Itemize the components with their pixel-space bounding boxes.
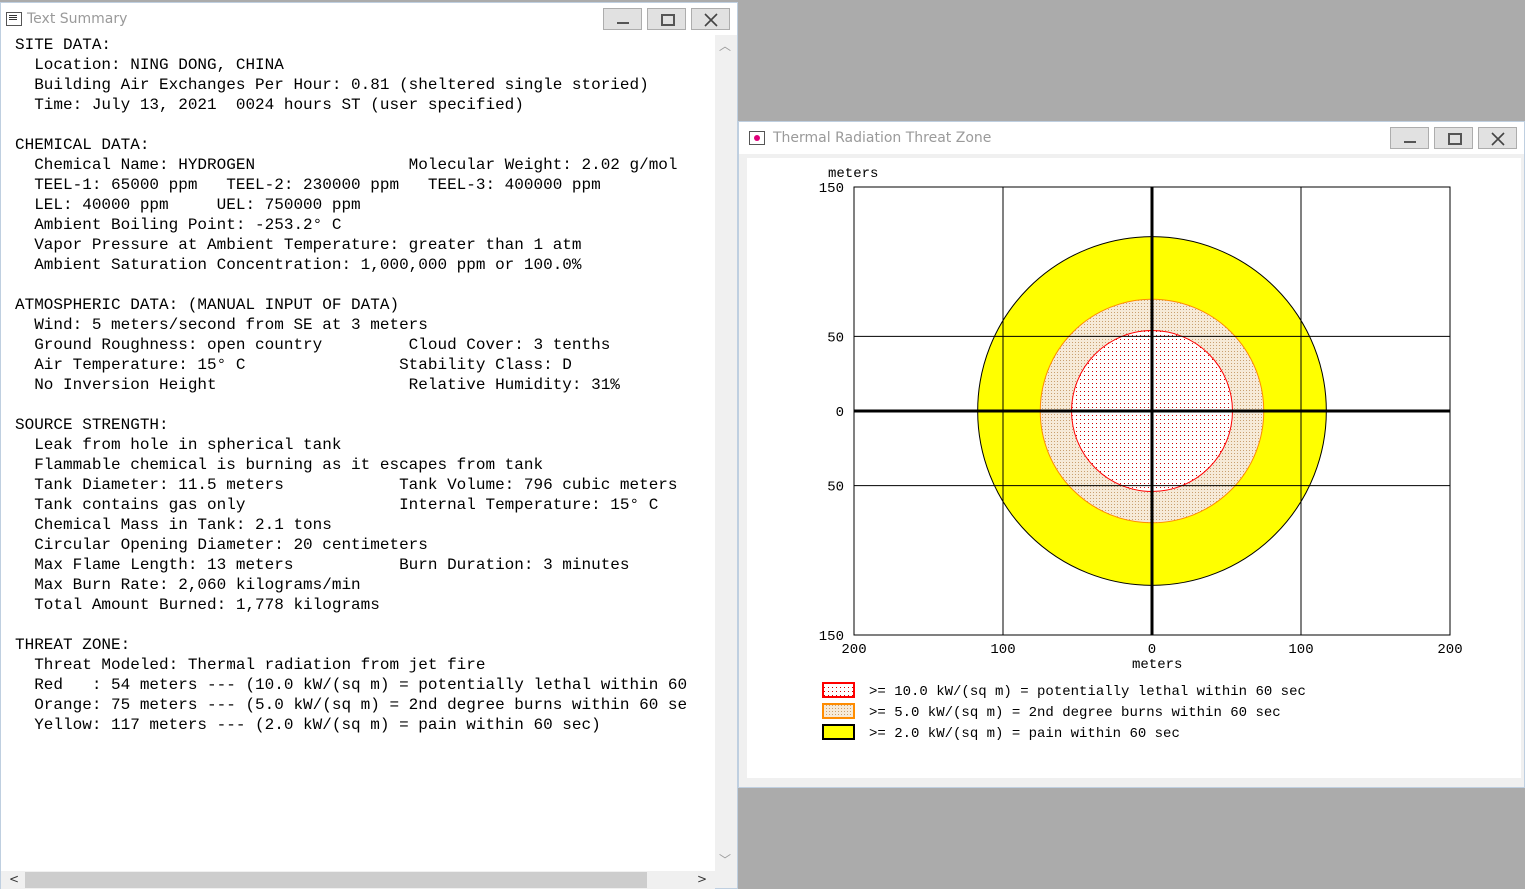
- close-button[interactable]: [1478, 127, 1517, 149]
- close-button[interactable]: [691, 8, 730, 30]
- vertical-scrollbar[interactable]: ︿ ﹀: [715, 35, 737, 871]
- summary-line: [15, 275, 687, 295]
- x-tick-label: 100: [1288, 642, 1313, 658]
- summary-line: Ground Roughness: open country Cloud Cov…: [15, 336, 611, 354]
- legend-swatch: [822, 703, 855, 719]
- summary-line: Tank Diameter: 11.5 meters Tank Volume: …: [15, 476, 678, 494]
- x-tick-label: 100: [990, 642, 1015, 658]
- y-axis-label: meters: [828, 166, 878, 182]
- text-summary-titlebar[interactable]: Text Summary: [1, 3, 737, 35]
- x-tick-label: 200: [1437, 642, 1462, 658]
- scroll-left-icon[interactable]: <: [9, 872, 19, 886]
- summary-line: Circular Opening Diameter: 20 centimeter…: [15, 536, 428, 554]
- minimize-button[interactable]: [1390, 127, 1429, 149]
- legend-swatch: [822, 724, 855, 740]
- y-tick-label: 0: [836, 405, 844, 421]
- summary-line: Yellow: 117 meters --- (2.0 kW/(sq m) = …: [15, 716, 601, 734]
- summary-line: Chemical Mass in Tank: 2.1 tons: [15, 516, 332, 534]
- plot-area: meters meters 150 50 0 50 150 200 100 0 100 200 >…: [747, 158, 1521, 778]
- y-tick-label: 50: [827, 330, 844, 346]
- threat-zone-titlebar[interactable]: Thermal Radiation Threat Zone: [739, 122, 1524, 154]
- summary-line: Orange: 75 meters --- (5.0 kW/(sq m) = 2…: [15, 696, 688, 714]
- summary-text: SITE DATA: Location: NING DONG, CHINA Bu…: [15, 35, 687, 735]
- summary-line: [15, 115, 687, 135]
- threat-zone-chart: meters meters 15050050150200 100 0 100 200 >…: [819, 166, 1463, 742]
- y-tick-label: 50: [827, 480, 844, 496]
- plot-window-icon: [749, 131, 765, 145]
- close-icon: [704, 13, 718, 27]
- summary-line: TEEL-1: 65000 ppm TEEL-2: 230000 ppm TEE…: [15, 176, 601, 194]
- legend-label: >= 10.0 kW/(sq m) = potentially lethal w…: [869, 684, 1306, 700]
- legend-swatch: [822, 682, 855, 698]
- summary-line: Building Air Exchanges Per Hour: 0.81 (s…: [15, 76, 649, 94]
- summary-line: Leak from hole in spherical tank: [15, 436, 342, 454]
- text-window-icon: [6, 12, 22, 26]
- x-tick-label: 200: [841, 642, 866, 658]
- summary-line: LEL: 40000 ppm UEL: 750000 ppm: [15, 196, 361, 214]
- summary-line: Threat Modeled: Thermal radiation from j…: [15, 656, 486, 674]
- summary-line: THREAT ZONE:: [15, 636, 131, 654]
- plot-window-title: Thermal Radiation Threat Zone: [773, 130, 992, 146]
- scroll-right-icon[interactable]: >: [697, 872, 707, 886]
- summary-line: Tank contains gas only Internal Temperat…: [15, 496, 659, 514]
- maximize-button[interactable]: [1434, 127, 1473, 149]
- summary-line: Flammable chemical is burning as it esca…: [15, 456, 544, 474]
- summary-line: SITE DATA:: [15, 36, 112, 54]
- threat-zone-window[interactable]: Thermal Radiation Threat Zone meters met…: [738, 121, 1525, 788]
- maximize-button[interactable]: [647, 8, 686, 30]
- summary-line: [15, 395, 687, 415]
- x-axis-label: meters: [1132, 657, 1182, 673]
- minimize-button[interactable]: [603, 8, 642, 30]
- summary-line: Ambient Saturation Concentration: 1,000,…: [15, 256, 582, 274]
- summary-line: Time: July 13, 2021 0024 hours ST (user …: [15, 96, 524, 114]
- scroll-down-icon[interactable]: ﹀: [719, 851, 731, 868]
- summary-line: Red : 54 meters --- (10.0 kW/(sq m) = po…: [15, 676, 688, 694]
- legend-label: >= 2.0 kW/(sq m) = pain within 60 sec: [869, 726, 1180, 742]
- summary-line: No Inversion Height Relative Humidity: 3…: [15, 376, 620, 394]
- text-summary-window[interactable]: Text Summary SITE DATA: Location: NING D…: [0, 2, 738, 889]
- horizontal-scrollbar[interactable]: < >: [1, 871, 715, 889]
- summary-line: Wind: 5 meters/second from SE at 3 meter…: [15, 316, 428, 334]
- summary-line: Air Temperature: 15° C Stability Class: …: [15, 356, 572, 374]
- summary-line: Max Burn Rate: 2,060 kilograms/min: [15, 576, 361, 594]
- summary-line: Total Amount Burned: 1,778 kilograms: [15, 596, 380, 614]
- scroll-thumb[interactable]: [25, 872, 647, 888]
- summary-line: Ambient Boiling Point: -253.2° C: [15, 216, 342, 234]
- legend-label: >= 5.0 kW/(sq m) = 2nd degree burns with…: [869, 705, 1281, 721]
- scroll-up-icon[interactable]: ︿: [719, 37, 731, 54]
- close-icon: [1491, 132, 1505, 146]
- summary-line: [15, 615, 687, 635]
- y-tick-label: 150: [819, 629, 844, 645]
- summary-line: SOURCE STRENGTH:: [15, 416, 169, 434]
- summary-line: Max Flame Length: 13 meters Burn Duratio…: [15, 556, 630, 574]
- summary-line: Vapor Pressure at Ambient Temperature: g…: [15, 236, 582, 254]
- summary-text-area[interactable]: SITE DATA: Location: NING DONG, CHINA Bu…: [1, 35, 715, 871]
- text-window-title: Text Summary: [27, 11, 128, 27]
- summary-line: ATMOSPHERIC DATA: (MANUAL INPUT OF DATA): [15, 296, 400, 314]
- summary-line: CHEMICAL DATA:: [15, 136, 150, 154]
- x-tick-label: 0: [1148, 642, 1156, 658]
- summary-line: Chemical Name: HYDROGEN Molecular Weight…: [15, 156, 678, 174]
- y-tick-label: 150: [819, 181, 844, 197]
- summary-line: Location: NING DONG, CHINA: [15, 56, 284, 74]
